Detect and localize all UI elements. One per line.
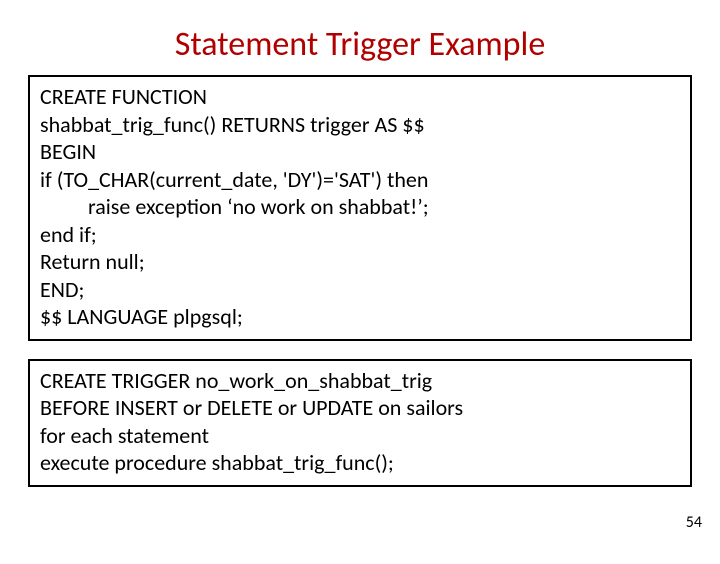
code-line: Return null; [40, 248, 680, 276]
code-line: CREATE FUNCTION [40, 83, 680, 111]
code-box-function: CREATE FUNCTION shabbat_trig_func() RETU… [28, 75, 692, 341]
code-box-trigger: CREATE TRIGGER no_work_on_shabbat_trig B… [28, 359, 692, 487]
code-line: shabbat_trig_func() RETURNS trigger AS $… [40, 111, 680, 139]
code-line: END; [40, 276, 680, 304]
slide-title: Statement Trigger Example [0, 24, 720, 65]
slide: Statement Trigger Example CREATE FUNCTIO… [0, 24, 720, 564]
code-line: raise exception ‘no work on shabbat!’; [40, 193, 680, 221]
code-line: BEFORE INSERT or DELETE or UPDATE on sai… [40, 394, 680, 422]
code-line: end if; [40, 221, 680, 249]
code-line: BEGIN [40, 138, 680, 166]
page-number: 54 [686, 513, 702, 532]
code-line: for each statement [40, 422, 680, 450]
code-line: if (TO_CHAR(current_date, 'DY')='SAT') t… [40, 166, 680, 194]
code-line: $$ LANGUAGE plpgsql; [40, 303, 680, 331]
code-line: execute procedure shabbat_trig_func(); [40, 449, 680, 477]
code-line: CREATE TRIGGER no_work_on_shabbat_trig [40, 367, 680, 395]
